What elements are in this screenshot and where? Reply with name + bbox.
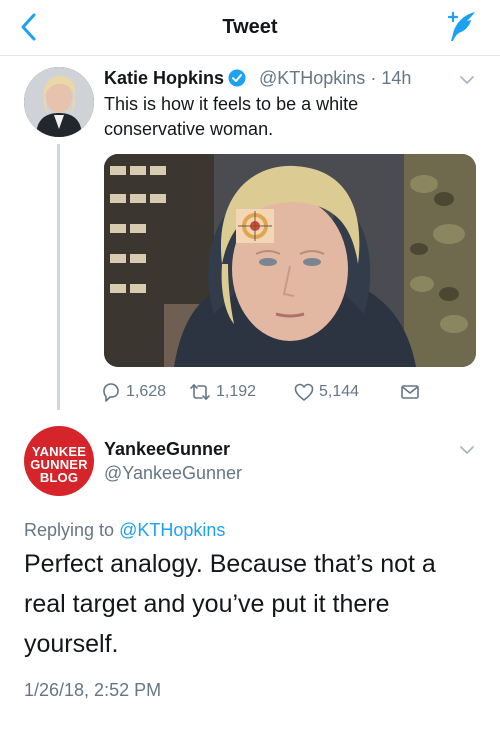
tweet-menu-chevron-icon[interactable] [458,74,476,86]
author-handle: @KTHopkins [259,68,366,88]
tweet-photo-image [104,154,476,367]
replying-to-line: Replying to @KTHopkins [24,520,225,541]
tweet-photo[interactable] [104,154,476,367]
author-name[interactable]: Katie Hopkins [104,68,246,89]
verified-badge-icon [228,69,246,87]
envelope-icon [401,385,419,399]
replying-to-label: Replying to [24,520,115,540]
reply-author-name[interactable]: YankeeGunner [104,439,230,460]
replying-to-link[interactable]: @KTHopkins [119,520,225,540]
reply-button[interactable]: 1,628 [100,380,166,404]
author-name-text: Katie Hopkins [104,68,225,88]
retweet-count: 1,192 [216,383,257,400]
page-title: Tweet [222,16,278,38]
direct-message-button[interactable] [399,380,421,404]
reply-count: 1,628 [126,383,167,400]
reply-icon [103,383,119,402]
tweet-time: · 14h [370,68,412,88]
reply-timestamp: 1/26/18, 2:52 PM [24,680,162,700]
retweet-icon [190,384,210,400]
like-button[interactable]: 5,144 [293,380,359,404]
avatar-yankee-gunner-blog[interactable]: YANKEE GUNNER BLOG [24,426,94,496]
heart-icon [294,383,314,401]
avatar-portrait-icon [24,67,94,137]
reply-author-handle[interactable]: @YankeeGunner [104,463,242,484]
avatar-logo-line-3: BLOG [39,470,79,485]
compose-tweet-icon[interactable] [442,8,480,46]
reply-menu-chevron-icon[interactable] [458,444,476,456]
thread-connector-line [57,144,60,410]
tweet-text: This is how it feels to be a white conse… [104,94,359,139]
author-handle-and-time[interactable]: @KTHopkins · 14h [259,68,411,89]
reply-text: Perfect analogy. Because that’s not a re… [24,550,436,658]
header-bar: Tweet [0,0,500,56]
avatar-katie-hopkins[interactable] [24,67,94,137]
retweet-button[interactable]: 1,192 [188,380,256,404]
like-count: 5,144 [319,383,360,400]
